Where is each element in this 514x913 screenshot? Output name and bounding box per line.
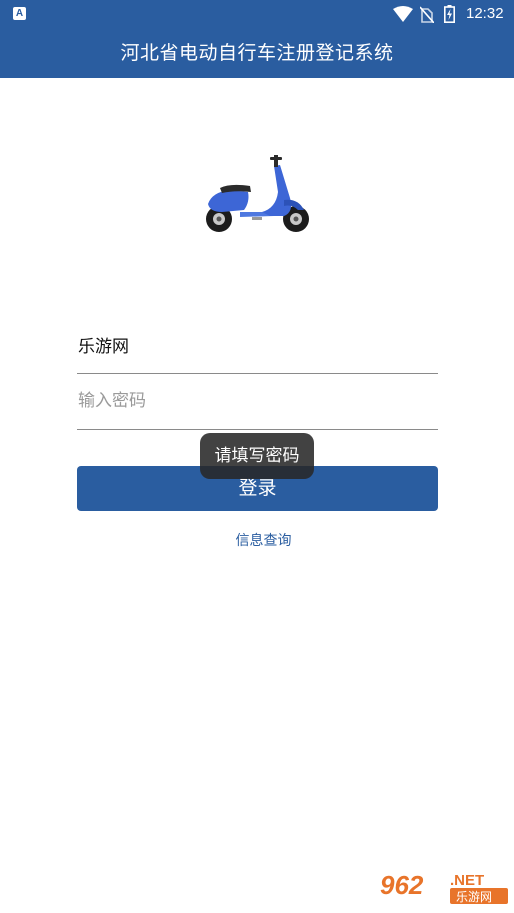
status-bar: A 12:32 [0, 0, 514, 28]
svg-text:乐游网: 乐游网 [456, 890, 492, 904]
info-query-link[interactable]: 信息查询 [0, 531, 514, 551]
svg-text:962: 962 [380, 870, 424, 900]
svg-text:.NET: .NET [450, 872, 484, 889]
no-sim-icon [420, 6, 434, 23]
username-field[interactable] [77, 317, 439, 374]
password-field[interactable] [77, 373, 439, 430]
watermark-logo: 962 .NET 乐游网 [376, 866, 510, 906]
app-title: 河北省电动自行车注册登记系统 [120, 42, 394, 64]
app-bar: 河北省电动自行车注册登记系统 [0, 28, 514, 78]
status-time: 12:32 [466, 5, 504, 22]
username-input[interactable] [77, 317, 439, 372]
electric-scooter-icon [206, 155, 309, 232]
toast-message: 请填写密码 [200, 433, 314, 479]
wifi-icon [393, 6, 413, 22]
password-input[interactable] [77, 373, 439, 428]
battery-charging-icon [444, 5, 455, 23]
app-notification-icon: A [13, 7, 26, 20]
